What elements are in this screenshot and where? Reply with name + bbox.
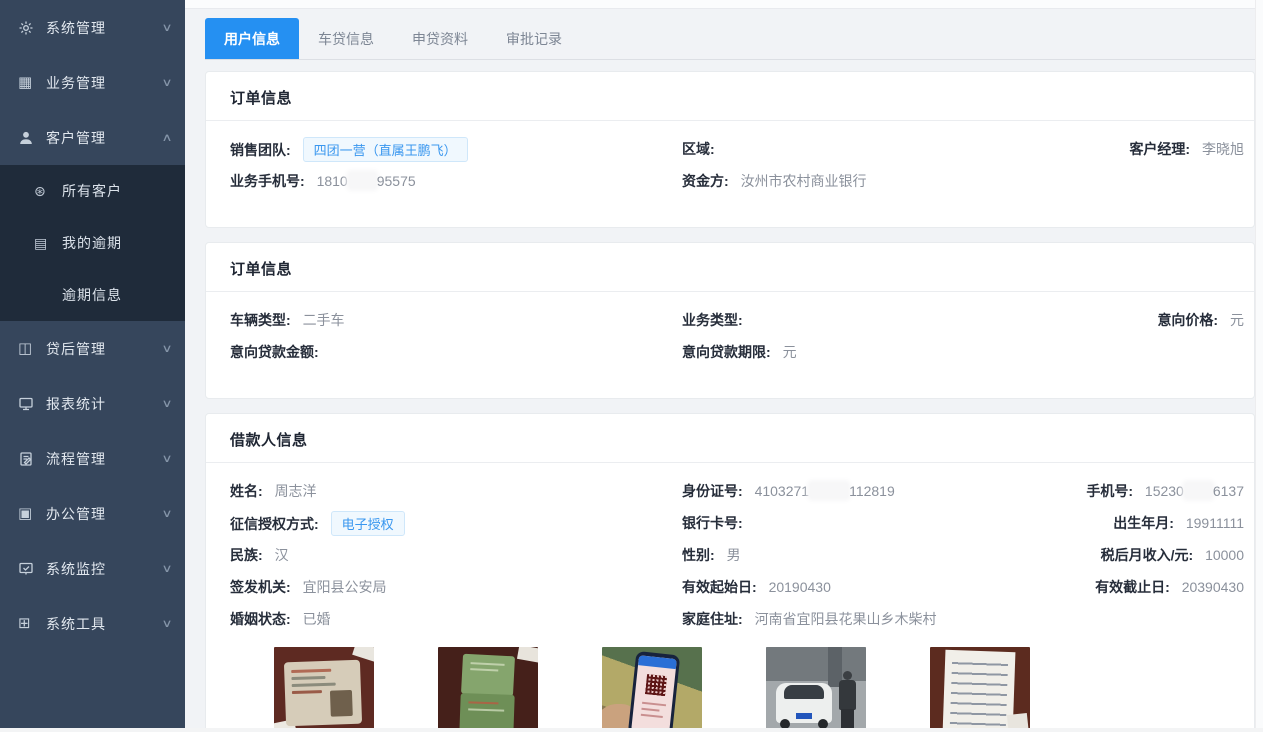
box-plus-icon: ⊞ [18, 616, 42, 631]
clipboard-edit-icon [18, 451, 42, 467]
field-ethnicity: 民族: 汉 [230, 545, 682, 565]
order-info-card-1: 订单信息 销售团队: 四团一营（直属王鹏飞） 区域: 客户经理: 李晓旭 [205, 71, 1255, 228]
field-intent-loan-amount: 意向贷款金额: [230, 342, 682, 362]
main-content: 用户信息 车贷信息 申贷资料 审批记录 订单信息 销售团队: 四团一营（直属王鹏… [185, 0, 1263, 732]
tab-loan-application-docs[interactable]: 申贷资料 [393, 18, 487, 59]
sidebar-item-my-overdue[interactable]: ▤ 我的逾期 [0, 217, 185, 269]
vertical-scrollbar[interactable] [1255, 0, 1263, 732]
gear-icon [18, 20, 42, 36]
field-issuing-authority: 签发机关: 宜阳县公安局 [230, 577, 682, 597]
chevron-down-icon: ∨ [161, 617, 172, 630]
notebook-icon: ▤ [34, 236, 58, 250]
sales-team-tag: 四团一营（直属王鹏飞） [303, 137, 468, 162]
chevron-down-icon: ∨ [161, 342, 172, 355]
redaction-mask [810, 483, 848, 498]
chevron-up-icon: ∧ [161, 131, 172, 144]
chevron-down-icon: ∨ [161, 562, 172, 575]
sidebar-item-label: 我的逾期 [62, 233, 171, 253]
sidebar-item-label: 逾期信息 [62, 285, 171, 305]
detail-tabbar: 用户信息 车贷信息 申贷资料 审批记录 [205, 18, 1263, 60]
sidebar-item-label: 系统管理 [46, 18, 163, 38]
sidebar-item-customer-management[interactable]: 客户管理 ∧ [0, 110, 185, 165]
order-info-card-2: 订单信息 车辆类型: 二手车 业务类型: 意向价格: 元 [205, 242, 1255, 399]
chevron-down-icon: ∨ [161, 452, 172, 465]
driver-license-photo[interactable] [438, 647, 538, 732]
field-birth-date: 出生年月: 19911111 [1113, 513, 1248, 533]
sidebar-item-label: 报表统计 [46, 394, 163, 414]
field-funder: 资金方: 汝州市农村商业银行 [682, 171, 1067, 191]
user-icon [18, 130, 42, 146]
chevron-down-icon: ∨ [161, 397, 172, 410]
person-car-photo[interactable] [766, 647, 866, 732]
field-home-address: 家庭住址: 河南省宜阳县花果山乡木柴村 [682, 609, 1067, 629]
id-card-photo[interactable] [274, 647, 374, 732]
bottom-strip [0, 728, 1263, 732]
square-grid-icon: ▣ [18, 506, 42, 521]
field-monthly-income: 税后月收入/元: 10000 [1101, 545, 1248, 565]
borrower-photos: 人像面 驾驶证副页 [230, 635, 1248, 732]
field-vehicle-type: 车辆类型: 二手车 [230, 310, 682, 330]
tab-content: 订单信息 销售团队: 四团一营（直属王鹏飞） 区域: 客户经理: 李晓旭 [185, 60, 1263, 732]
sidebar-item-label: 办公管理 [46, 504, 163, 524]
chevron-down-icon: ∨ [161, 21, 172, 34]
handwritten-doc-photo[interactable] [930, 647, 1030, 732]
field-business-type: 业务类型: [682, 310, 1067, 330]
chevron-down-icon: ∨ [161, 76, 172, 89]
field-sales-team: 销售团队: 四团一营（直属王鹏飞） [230, 137, 682, 162]
credit-auth-tag: 电子授权 [331, 511, 405, 536]
tab-approval-records[interactable]: 审批记录 [487, 18, 581, 59]
field-intent-loan-term: 意向贷款期限: 元 [682, 342, 1067, 362]
sidebar-item-office-management[interactable]: ▣ 办公管理 ∨ [0, 486, 185, 541]
field-customer-manager: 客户经理: 李晓旭 [1129, 139, 1248, 159]
auth-screenshot-photo[interactable] [602, 647, 702, 732]
sidebar-item-label: 流程管理 [46, 449, 163, 469]
sidebar-item-postloan-management[interactable]: ◫ 贷后管理 ∨ [0, 321, 185, 376]
card-title: 借款人信息 [206, 414, 1254, 463]
open-book-icon: ◫ [18, 341, 42, 356]
grid-icon: ▦ [18, 75, 42, 90]
field-business-phone: 业务手机号: 181095575 [230, 171, 682, 191]
field-region: 区域: [682, 139, 1067, 159]
field-credit-auth-method: 征信授权方式: 电子授权 [230, 511, 682, 536]
sidebar-item-label: 贷后管理 [46, 339, 163, 359]
sidebar-item-report-statistics[interactable]: 报表统计 ∨ [0, 376, 185, 431]
field-mobile-phone: 手机号: 152306137 [1086, 481, 1248, 501]
field-marital-status: 婚姻状态: 已婚 [230, 609, 682, 629]
monitor-check-icon [18, 561, 42, 577]
redaction-mask [349, 173, 376, 188]
sidebar: 系统管理 ∨ ▦ 业务管理 ∨ 客户管理 ∧ ⊛ 所有客户 ▤ 我的逾期 逾期信… [0, 0, 185, 732]
sidebar-item-label: 客户管理 [46, 128, 163, 148]
field-valid-from: 有效起始日: 20190430 [682, 577, 1067, 597]
borrower-info-card: 借款人信息 姓名: 周志洋 身份证号: 4103271112819 手机号: 1… [205, 413, 1255, 732]
sidebar-item-process-management[interactable]: 流程管理 ∨ [0, 431, 185, 486]
field-name: 姓名: 周志洋 [230, 481, 682, 501]
monitor-icon [18, 396, 42, 412]
field-gender: 性别: 男 [682, 545, 1067, 565]
sidebar-item-all-customers[interactable]: ⊛ 所有客户 [0, 165, 185, 217]
tab-user-info[interactable]: 用户信息 [205, 18, 299, 59]
top-strip [185, 0, 1263, 9]
sidebar-item-label: 所有客户 [62, 181, 171, 201]
sidebar-item-label: 业务管理 [46, 73, 163, 93]
tab-car-loan-info[interactable]: 车贷信息 [299, 18, 393, 59]
sidebar-item-system-tools[interactable]: ⊞ 系统工具 ∨ [0, 596, 185, 651]
sidebar-item-system-monitor[interactable]: 系统监控 ∨ [0, 541, 185, 596]
field-valid-to: 有效截止日: 20390430 [1095, 577, 1248, 597]
field-bank-card: 银行卡号: [682, 513, 1067, 533]
card-title: 订单信息 [206, 243, 1254, 292]
card-title: 订单信息 [206, 72, 1254, 121]
customer-submenu: ⊛ 所有客户 ▤ 我的逾期 逾期信息 [0, 165, 185, 321]
sidebar-item-label: 系统监控 [46, 559, 163, 579]
sidebar-item-system-management[interactable]: 系统管理 ∨ [0, 0, 185, 55]
sidebar-item-label: 系统工具 [46, 614, 163, 634]
field-id-number: 身份证号: 4103271112819 [682, 481, 1067, 501]
compass-circle-icon: ⊛ [34, 184, 58, 198]
sidebar-item-overdue-info[interactable]: 逾期信息 [0, 269, 185, 321]
redaction-mask [1185, 483, 1212, 498]
sidebar-item-business-management[interactable]: ▦ 业务管理 ∨ [0, 55, 185, 110]
chevron-down-icon: ∨ [161, 507, 172, 520]
field-intent-price: 意向价格: 元 [1157, 310, 1248, 330]
